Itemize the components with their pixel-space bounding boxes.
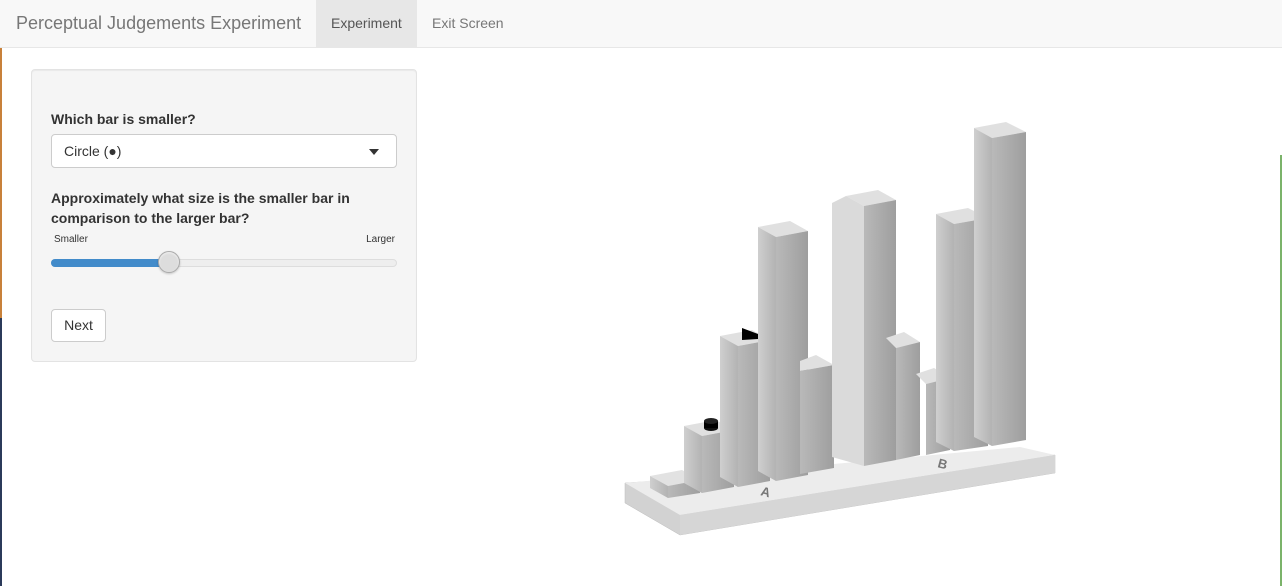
triangle-marker [742, 328, 758, 340]
app-title: Perceptual Judgements Experiment [16, 13, 302, 33]
bar-group-b [832, 122, 1026, 466]
window-edge-left-lower [0, 318, 2, 586]
3d-bar-chart-stimulus: A B [624, 122, 1056, 536]
tab-exit-screen[interactable]: Exit Screen [417, 0, 519, 48]
slider-fill [51, 259, 169, 267]
chevron-down-icon [369, 149, 379, 155]
question-panel: Which bar is smaller? Circle (●) Approxi… [31, 69, 417, 362]
slider-handle[interactable] [157, 251, 180, 273]
bar-group-a [650, 221, 834, 498]
question-size-ratio: Approximately what size is the smaller b… [51, 190, 350, 226]
navbar: Perceptual Judgements Experiment Experim… [0, 0, 1282, 48]
tab-experiment[interactable]: Experiment [316, 0, 417, 48]
question-which-bar: Which bar is smaller? [51, 111, 196, 127]
slider-max-label: Larger [366, 234, 395, 245]
bar-select[interactable]: Circle (●) [51, 134, 397, 168]
next-button[interactable]: Next [51, 309, 106, 342]
circle-marker [704, 418, 718, 431]
bar-select-value: Circle (●) [64, 143, 122, 159]
slider-min-label: Smaller [54, 234, 88, 245]
